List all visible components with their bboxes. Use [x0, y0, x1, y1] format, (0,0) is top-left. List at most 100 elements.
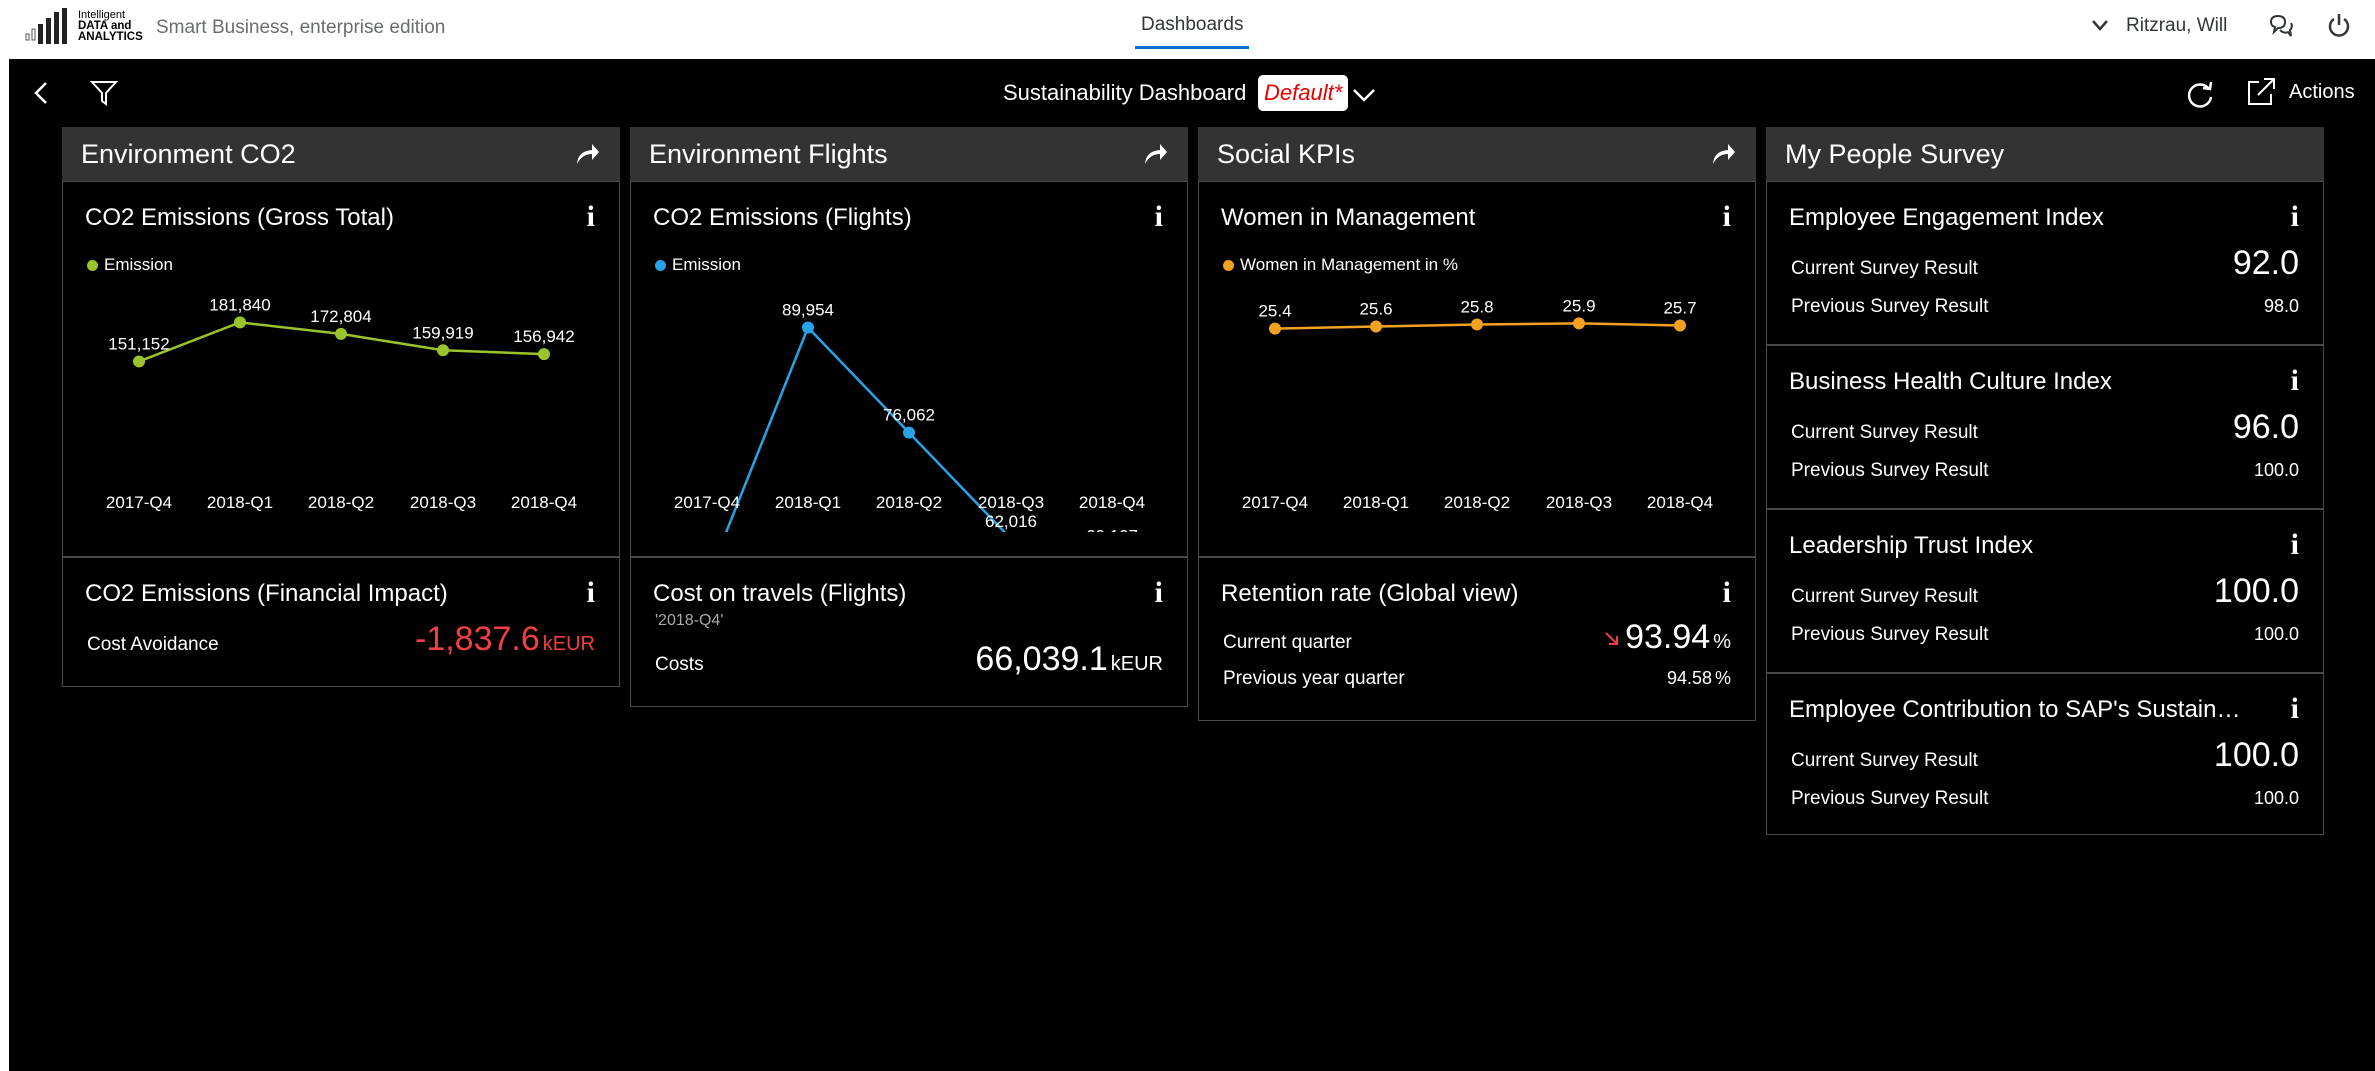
- legend-dot: [1223, 259, 1234, 271]
- data-point: [335, 327, 347, 340]
- chart-card-women-management[interactable]: Women in Management i Women in Managemen…: [1198, 181, 1756, 557]
- survey-card[interactable]: Employee Contribution to SAP's Sustain… …: [1766, 673, 2324, 835]
- back-icon[interactable]: [30, 78, 54, 108]
- card-subtitle: '2018-Q4': [655, 612, 724, 629]
- kpi-value: 66,039.1: [975, 640, 1108, 678]
- current-label: Current Survey Result: [1791, 750, 1978, 771]
- x-tick-label: 2018-Q4: [511, 493, 577, 512]
- kpi-card-travel-costs[interactable]: Cost on travels (Flights) i '2018-Q4' Co…: [630, 557, 1188, 707]
- card-title: CO2 Emissions (Flights): [653, 204, 912, 231]
- logo-bars-icon: [25, 8, 67, 44]
- current-label: Current Survey Result: [1791, 586, 1978, 607]
- info-icon[interactable]: i: [1155, 576, 1163, 610]
- survey-card[interactable]: Leadership Trust Index i Current Survey …: [1766, 509, 2324, 673]
- info-icon[interactable]: i: [1723, 200, 1731, 234]
- data-label: 159,919: [412, 323, 473, 342]
- kpi-label: Current quarter: [1223, 632, 1352, 653]
- previous-value: 98.0: [2263, 296, 2299, 316]
- data-label: 89,954: [782, 300, 834, 319]
- card-title: Women in Management: [1221, 204, 1476, 231]
- previous-label: Previous Survey Result: [1791, 624, 1989, 645]
- current-label: Current Survey Result: [1791, 422, 1978, 443]
- current-value: 100.0: [2213, 736, 2299, 774]
- data-label: 25.8: [1460, 297, 1493, 316]
- data-point: [1674, 319, 1686, 332]
- kpi-value: 93.94: [1625, 618, 1711, 656]
- x-tick-label: 2018-Q1: [207, 493, 273, 512]
- kpi-value-group: 94.58%: [1667, 668, 1731, 689]
- x-tick-label: 2018-Q2: [876, 493, 942, 512]
- data-label: 25.9: [1562, 296, 1595, 315]
- kpi-label: Costs: [655, 654, 704, 675]
- logo-text: Intelligent DATA and ANALYTICS: [78, 8, 143, 43]
- x-tick-label: 2018-Q2: [308, 493, 374, 512]
- navigate-arrow-icon[interactable]: [1708, 139, 1738, 169]
- info-icon[interactable]: i: [1723, 576, 1731, 610]
- group-environment-flights: Environment Flights CO2 Emissions (Fligh…: [630, 127, 1188, 707]
- x-tick-label: 2017-Q4: [1242, 493, 1308, 512]
- x-tick-label: 2018-Q4: [1647, 493, 1713, 512]
- x-tick-label: 2018-Q1: [1343, 493, 1409, 512]
- kpi-value-group: -1,837.6 kEUR: [415, 620, 595, 659]
- legend-item: Emission: [87, 255, 173, 275]
- data-point: [903, 426, 915, 439]
- x-tick-label: 2017-Q4: [106, 493, 172, 512]
- chevron-down-icon[interactable]: [2089, 14, 2111, 36]
- data-label: 60,107: [1086, 526, 1138, 532]
- survey-card[interactable]: Employee Engagement Index i Current Surv…: [1766, 181, 2324, 345]
- refresh-icon[interactable]: [2184, 78, 2216, 110]
- data-label: 151,152: [108, 334, 169, 353]
- help-icon[interactable]: [2266, 12, 2294, 40]
- share-icon: [2248, 78, 2275, 105]
- variant-selector[interactable]: Default*: [1258, 75, 1349, 111]
- navigate-arrow-icon[interactable]: [572, 139, 602, 169]
- line-chart: 25.4 25.6 25.8 25.9 25.7 2017-Q4 2018-Q1 2018-Q…: [1242, 296, 1713, 512]
- data-point: [234, 316, 246, 329]
- product-name: Smart Business, enterprise edition: [156, 17, 446, 38]
- chart-card-co2-flights[interactable]: CO2 Emissions (Flights) i Emission 56,58…: [630, 181, 1188, 557]
- shell-bar: Intelligent DATA and ANALYTICS Smart Bus…: [0, 0, 2375, 59]
- nav-tab-dashboards[interactable]: Dashboards: [1135, 14, 1250, 49]
- previous-result-row: Previous Survey Result 100.0: [1791, 788, 2299, 810]
- filter-icon[interactable]: [89, 78, 119, 108]
- company-logo[interactable]: Intelligent DATA and ANALYTICS: [24, 8, 143, 44]
- legend-item: Women in Management in %: [1223, 255, 1458, 275]
- group-environment-co2: Environment CO2 CO2 Emissions (Gross Tot…: [62, 127, 620, 687]
- data-label: 62,016: [985, 512, 1037, 531]
- survey-card[interactable]: Business Health Culture Index i Current …: [1766, 345, 2324, 509]
- kpi-card-financial-impact[interactable]: CO2 Emissions (Financial Impact) i Cost …: [62, 557, 620, 687]
- previous-label: Previous Survey Result: [1791, 296, 1989, 317]
- legend-label: Emission: [104, 255, 173, 274]
- power-icon[interactable]: [2326, 12, 2352, 40]
- dashboard-title: Sustainability Dashboard: [1003, 80, 1247, 105]
- info-icon[interactable]: i: [2291, 528, 2299, 562]
- card-title: CO2 Emissions (Gross Total): [85, 204, 394, 231]
- chart-card-co2-gross[interactable]: CO2 Emissions (Gross Total) i Emission 1…: [62, 181, 620, 557]
- legend-label: Emission: [672, 255, 741, 274]
- card-title: Business Health Culture Index: [1789, 368, 2112, 395]
- kpi-value: 94.58: [1666, 668, 1712, 688]
- data-label: 156,942: [513, 327, 574, 346]
- current-result-row: Current Survey Result 96.0: [1791, 408, 2299, 447]
- actions-label: Actions: [2289, 80, 2355, 103]
- info-icon[interactable]: i: [1155, 200, 1163, 234]
- info-icon[interactable]: i: [587, 576, 595, 610]
- x-tick-label: 2018-Q1: [775, 493, 841, 512]
- x-tick-label: 2018-Q4: [1079, 493, 1145, 512]
- data-label: 25.6: [1359, 300, 1392, 319]
- x-tick-label: 2018-Q3: [1546, 493, 1612, 512]
- group-title: My People Survey: [1766, 127, 2324, 181]
- navigate-arrow-icon[interactable]: [1140, 139, 1170, 169]
- kpi-unit: %: [1713, 631, 1731, 653]
- info-icon[interactable]: i: [2291, 364, 2299, 398]
- info-icon[interactable]: i: [2291, 200, 2299, 234]
- user-name[interactable]: Ritzrau, Will: [2126, 15, 2227, 37]
- card-title: Cost on travels (Flights): [653, 580, 907, 607]
- chevron-down-icon[interactable]: [1350, 80, 1378, 108]
- info-icon[interactable]: i: [2291, 692, 2299, 726]
- current-value: 92.0: [2232, 244, 2299, 282]
- info-icon[interactable]: i: [587, 200, 595, 234]
- card-title: Employee Engagement Index: [1789, 204, 2104, 231]
- actions-button[interactable]: Actions: [2245, 76, 2355, 108]
- kpi-card-retention-rate[interactable]: Retention rate (Global view) i Current q…: [1198, 557, 1756, 721]
